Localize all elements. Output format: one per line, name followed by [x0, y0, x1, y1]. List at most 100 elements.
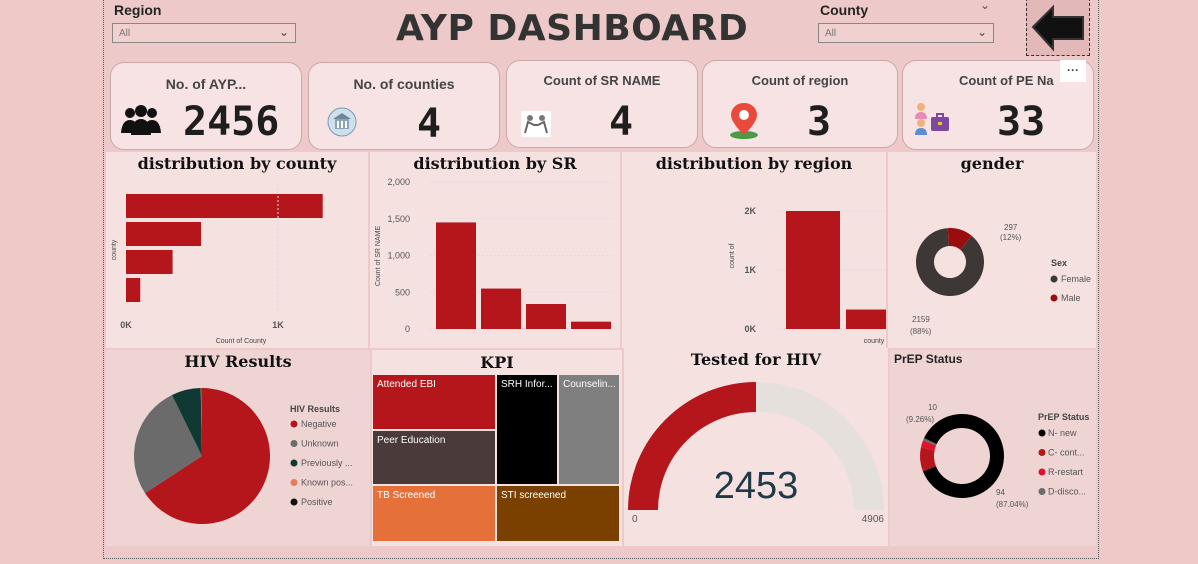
legend-label: N- new: [1048, 428, 1077, 438]
legend-label: R-restart: [1048, 467, 1084, 477]
legend-label: Unknown: [301, 439, 339, 449]
region-distribution-chart[interactable]: distribution by region 0K 1K 2K county count…: [622, 152, 886, 348]
county-bar-chart: 0K 1K Count of County county: [111, 184, 323, 345]
bar: [126, 194, 323, 218]
data-label: (9.26%): [906, 415, 934, 424]
legend-label: Positive: [301, 497, 333, 507]
legend-marker: [1038, 488, 1046, 495]
gender-donut-chart: 2159 (88%) 297(12%) Sex Female Male: [910, 223, 1091, 336]
more-options-button[interactable]: ···: [1060, 60, 1086, 82]
back-arrow-icon: [1031, 4, 1084, 52]
y-tick-label: 2,000: [387, 177, 410, 187]
map-pin-icon: [730, 103, 758, 139]
chart-title: distribution by region: [655, 154, 853, 173]
legend-label: Negative: [301, 419, 337, 429]
bar: [786, 211, 840, 329]
chart-title: KPI: [480, 353, 514, 372]
treemap-cell[interactable]: Peer Education: [372, 430, 496, 485]
kpi-card-region[interactable]: Count of region 3: [702, 60, 898, 148]
card-value: 33: [997, 99, 1046, 145]
region-slicer-dropdown[interactable]: All ⌄: [112, 23, 296, 43]
sr-distribution-chart[interactable]: distribution by SR 0 500 1,000 1,500 2,000 Co…: [370, 152, 620, 348]
legend-marker: [290, 440, 298, 447]
y-tick-label: 0K: [744, 324, 756, 334]
chart-title: gender: [960, 154, 1024, 173]
region-bar-chart: 0K 1K 2K county count of: [729, 206, 886, 345]
legend-marker: [290, 479, 298, 486]
legend-marker: [1050, 275, 1058, 283]
tested-for-hiv-gauge[interactable]: Tested for HIV 2453 0 4906: [624, 348, 888, 546]
y-tick-label: 1K: [744, 265, 756, 275]
data-label: 10: [928, 403, 937, 412]
card-title: No. of AYP...: [165, 76, 247, 92]
back-button[interactable]: [1026, 0, 1090, 56]
people-briefcase-icon: [915, 103, 949, 135]
treemap-cell[interactable]: Attended EBI: [372, 374, 496, 430]
y-tick-label: 1,000: [387, 251, 410, 261]
gauge-chart: 2453 0 4906: [628, 382, 885, 525]
card-value: 2456: [183, 99, 280, 145]
bar: [571, 321, 611, 329]
card-value: 3: [807, 99, 832, 145]
legend-label: Female: [1061, 274, 1091, 284]
chevron-down-icon[interactable]: ⌄: [980, 0, 990, 12]
treemap-cell[interactable]: SRH Infor...: [496, 374, 558, 485]
kpi-treemap[interactable]: KPI Attended EBI SRH Infor... Counselin.…: [372, 350, 622, 546]
legend-title: Sex: [1051, 258, 1067, 268]
x-axis-label: county: [864, 338, 885, 345]
building-seal-icon: [327, 107, 357, 137]
treemap-cell[interactable]: STI screeened: [496, 485, 620, 542]
hiv-results-chart[interactable]: HIV Results HIV Results Negative Unknown Pr…: [106, 350, 370, 546]
gauge-min-label: 0: [632, 514, 638, 525]
y-axis-label: county: [111, 239, 118, 260]
legend-marker: [290, 498, 298, 506]
card-title: No. of counties: [353, 76, 455, 92]
kpi-card-ayp[interactable]: No. of AYP... 2456: [110, 62, 302, 150]
county-slicer-dropdown[interactable]: All ⌄: [818, 23, 994, 43]
kpi-card-counties[interactable]: No. of counties 4: [308, 62, 500, 150]
chevron-down-icon: ⌄: [976, 25, 987, 39]
gender-chart[interactable]: gender 2159 (88%) 297 (12%) Sex Female Male: [888, 152, 1096, 348]
bar: [481, 288, 521, 329]
handshake-icon: [521, 111, 551, 137]
card-value: 4: [417, 101, 442, 147]
x-axis-label: Count of County: [216, 338, 267, 345]
report-canvas: Region All ⌄ AYP DASHBOARD County ⌄ All …: [103, 0, 1099, 559]
chart-title: distribution by SR: [413, 154, 577, 173]
legend-label: D-disco...: [1048, 487, 1086, 497]
people-group-icon: [121, 105, 161, 135]
county-slicer-value: All: [825, 28, 837, 39]
county-distribution-chart[interactable]: distribution by county 0K 1K Count of Coun…: [106, 152, 368, 348]
gauge-max-label: 4906: [862, 514, 885, 525]
data-label: (87.04%): [996, 500, 1029, 509]
legend-label: Known pos...: [301, 478, 353, 488]
treemap-area: Attended EBI SRH Infor... Counselin... P…: [372, 374, 620, 542]
x-tick-label: 0K: [120, 320, 132, 330]
prep-donut-chart: 10 (9.26%) 94 (87.04%) PrEP Status N- new C- c…: [906, 403, 1089, 509]
card-title: Count of region: [751, 73, 849, 88]
chart-title: Tested for HIV: [690, 350, 822, 369]
card-title: Count of SR NAME: [543, 73, 661, 88]
bar: [436, 222, 476, 329]
legend-title: HIV Results: [290, 404, 340, 414]
data-label: 94: [996, 488, 1005, 497]
bar: [846, 309, 886, 329]
legend-marker: [1038, 468, 1046, 476]
bar: [126, 222, 202, 246]
prep-status-chart[interactable]: PrEP Status 10 (9.26%) 94 (87.04%) PrEP Stat…: [890, 350, 1096, 546]
legend-label: Male: [1061, 293, 1081, 303]
kpi-card-sr-name[interactable]: Count of SR NAME 4: [506, 60, 698, 148]
y-axis-label: Count of SR NAME: [375, 226, 382, 287]
legend-marker: [290, 459, 298, 467]
y-tick-label: 1,500: [387, 214, 410, 224]
legend-marker: [290, 420, 298, 428]
data-label: 297: [1004, 223, 1018, 232]
hiv-results-pie-chart: HIV Results Negative Unknown Previously ...…: [134, 388, 353, 524]
chevron-down-icon: ⌄: [278, 25, 289, 39]
treemap-cell[interactable]: TB Screened: [372, 485, 496, 542]
legend-marker: [1038, 449, 1046, 456]
legend-marker: [1050, 294, 1058, 302]
chart-title: distribution by county: [137, 154, 337, 173]
treemap-cell[interactable]: Counselin...: [558, 374, 620, 485]
bar: [126, 278, 141, 302]
